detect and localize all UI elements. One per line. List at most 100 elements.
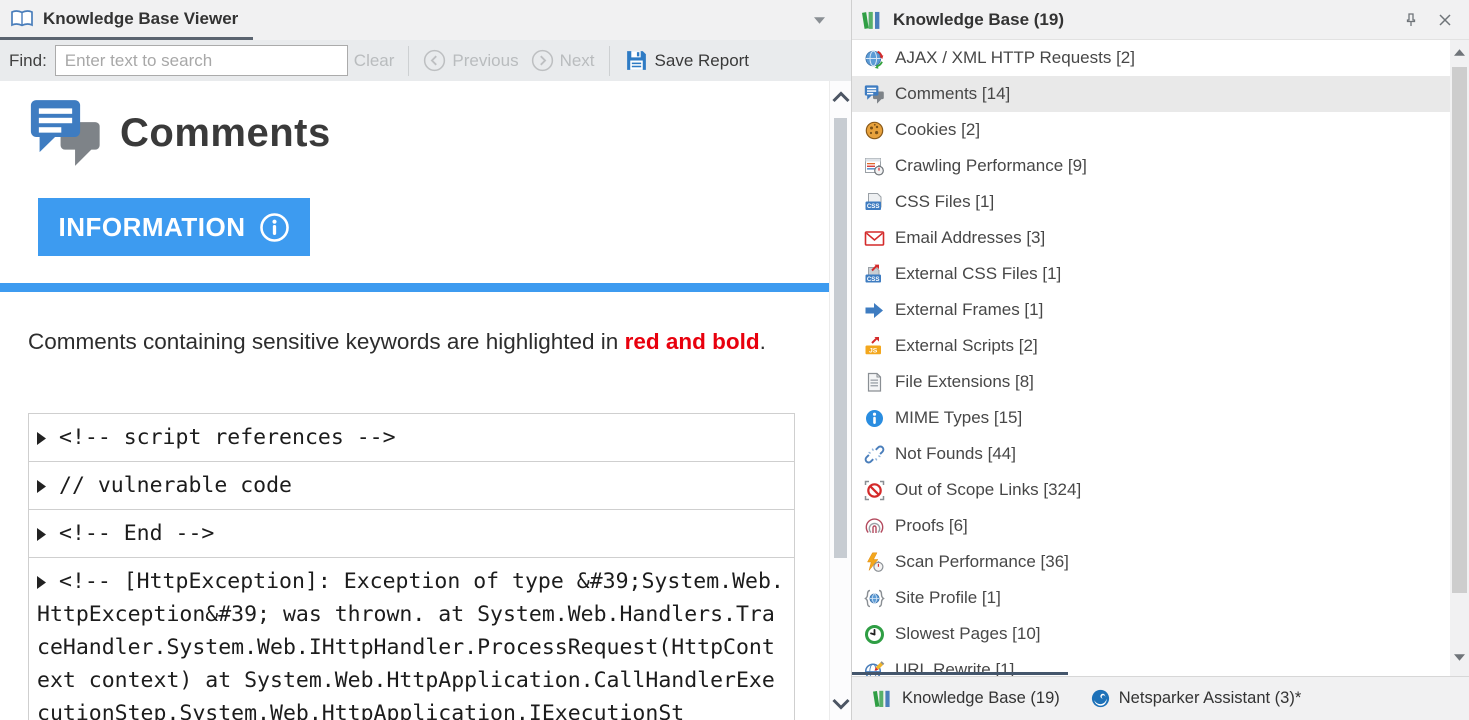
knowledge-base-list: AJAX / XML HTTP Requests [2] Comments [1… bbox=[852, 40, 1450, 676]
description-text: Comments containing sensitive keywords a… bbox=[28, 325, 770, 359]
netsparker-icon bbox=[1090, 688, 1111, 709]
kb-item-external-css-files[interactable]: CSS External CSS Files [1] bbox=[852, 256, 1450, 292]
kb-item-slowest-pages[interactable]: Slowest Pages [10] bbox=[852, 616, 1450, 652]
fingerprint-icon bbox=[864, 516, 885, 537]
highlighted-keywords-text: red and bold bbox=[625, 329, 760, 354]
section-divider-bar bbox=[0, 283, 829, 292]
tab-netsparker-assistant[interactable]: Netsparker Assistant (3)* bbox=[1075, 677, 1316, 720]
email-icon bbox=[864, 228, 885, 249]
comment-text: <!-- End --> bbox=[59, 521, 214, 546]
knowledge-base-viewer-window: Knowledge Base Viewer Find: Clear Previo… bbox=[0, 0, 1469, 720]
external-frame-icon bbox=[864, 300, 885, 321]
tab-knowledge-base-viewer[interactable]: Knowledge Base Viewer bbox=[0, 0, 252, 37]
kb-item-proofs[interactable]: Proofs [6] bbox=[852, 508, 1450, 544]
expand-arrow-icon[interactable] bbox=[37, 576, 46, 589]
kb-item-cookies[interactable]: Cookies [2] bbox=[852, 112, 1450, 148]
scroll-down-icon[interactable] bbox=[831, 697, 851, 711]
kb-item-label: Out of Scope Links [324] bbox=[895, 480, 1081, 500]
kb-item-ajax-xml-http-requests[interactable]: AJAX / XML HTTP Requests [2] bbox=[852, 40, 1450, 76]
viewer-scrollbar[interactable] bbox=[829, 81, 851, 720]
toolbar-separator bbox=[408, 46, 409, 76]
section-heading: Comments bbox=[28, 95, 331, 171]
previous-button[interactable]: Previous bbox=[417, 49, 524, 72]
search-input[interactable] bbox=[55, 45, 348, 76]
kb-item-crawling-performance[interactable]: Crawling Performance [9] bbox=[852, 148, 1450, 184]
mime-types-icon bbox=[864, 408, 885, 429]
kb-item-label: Comments [14] bbox=[895, 84, 1010, 104]
scroll-up-icon[interactable] bbox=[1454, 49, 1465, 56]
kb-item-email-addresses[interactable]: Email Addresses [3] bbox=[852, 220, 1450, 256]
tab-list-dropdown-icon[interactable] bbox=[814, 17, 825, 24]
scrollbar-thumb[interactable] bbox=[1452, 67, 1467, 593]
circle-arrow-right-icon bbox=[531, 49, 554, 72]
circle-arrow-left-icon bbox=[423, 49, 446, 72]
expand-arrow-icon[interactable] bbox=[37, 480, 46, 493]
viewer-panel: Knowledge Base Viewer Find: Clear Previo… bbox=[0, 0, 851, 720]
kb-item-external-frames[interactable]: External Frames [1] bbox=[852, 292, 1450, 328]
kb-item-label: External Scripts [2] bbox=[895, 336, 1038, 356]
svg-text:JS: JS bbox=[869, 347, 878, 354]
close-icon[interactable] bbox=[1437, 12, 1453, 28]
comment-row[interactable]: // vulnerable code bbox=[29, 462, 794, 510]
comment-text: <!-- script references --> bbox=[59, 425, 396, 450]
css-file-icon: CSS bbox=[864, 192, 885, 213]
external-script-icon: JS bbox=[864, 336, 885, 357]
kb-item-css-files[interactable]: CSS CSS Files [1] bbox=[852, 184, 1450, 220]
pin-icon[interactable] bbox=[1403, 12, 1419, 28]
kb-item-label: Proofs [6] bbox=[895, 516, 968, 536]
tab-knowledge-base[interactable]: Knowledge Base (19) bbox=[858, 677, 1075, 720]
knowledge-base-panel: Knowledge Base (19) AJAX / XML HTTP Requ… bbox=[851, 0, 1469, 720]
kb-item-label: Scan Performance [36] bbox=[895, 552, 1069, 572]
tab-label: Netsparker Assistant (3)* bbox=[1119, 689, 1301, 708]
comments-icon bbox=[28, 95, 104, 171]
info-circle-icon bbox=[259, 212, 290, 243]
viewer-tab-title: Knowledge Base Viewer bbox=[43, 9, 238, 29]
comment-row[interactable]: <!-- [HttpException]: Exception of type … bbox=[29, 558, 794, 720]
site-profile-icon bbox=[864, 588, 885, 609]
report-content: Comments INFORMATION Comments containing… bbox=[0, 81, 829, 720]
knowledge-base-header: Knowledge Base (19) bbox=[852, 0, 1469, 40]
scrollbar-thumb[interactable] bbox=[834, 118, 847, 558]
comment-text: // vulnerable code bbox=[59, 473, 292, 498]
clear-button[interactable]: Clear bbox=[348, 51, 401, 71]
kb-item-comments[interactable]: Comments [14] bbox=[852, 76, 1450, 112]
kb-item-mime-types[interactable]: MIME Types [15] bbox=[852, 400, 1450, 436]
knowledge-base-scrollbar[interactable] bbox=[1450, 40, 1469, 676]
tab-label: Knowledge Base (19) bbox=[902, 689, 1060, 708]
comment-row[interactable]: <!-- End --> bbox=[29, 510, 794, 558]
svg-text:CSS: CSS bbox=[867, 203, 880, 210]
external-css-icon: CSS bbox=[864, 264, 885, 285]
kb-item-site-profile[interactable]: Site Profile [1] bbox=[852, 580, 1450, 616]
information-button[interactable]: INFORMATION bbox=[38, 198, 310, 256]
scroll-down-icon[interactable] bbox=[1454, 654, 1465, 661]
kb-item-scan-performance[interactable]: Scan Performance [36] bbox=[852, 544, 1450, 580]
kb-item-label: MIME Types [15] bbox=[895, 408, 1022, 428]
viewer-tabstrip: Knowledge Base Viewer bbox=[0, 0, 851, 40]
comments-icon bbox=[864, 84, 885, 105]
open-book-icon bbox=[10, 9, 34, 29]
save-icon bbox=[624, 48, 649, 73]
dock-tabstrip: Knowledge Base (19) Netsparker Assistant… bbox=[852, 676, 1469, 720]
expand-arrow-icon[interactable] bbox=[37, 432, 46, 445]
out-of-scope-icon bbox=[864, 480, 885, 501]
next-button[interactable]: Next bbox=[525, 49, 601, 72]
kb-item-external-scripts[interactable]: JS External Scripts [2] bbox=[852, 328, 1450, 364]
scroll-up-icon[interactable] bbox=[831, 90, 851, 104]
find-label: Find: bbox=[9, 51, 47, 71]
kb-item-label: CSS Files [1] bbox=[895, 192, 994, 212]
cookie-icon bbox=[864, 120, 885, 141]
file-extensions-icon bbox=[864, 372, 885, 393]
kb-item-label: External Frames [1] bbox=[895, 300, 1043, 320]
save-report-button[interactable]: Save Report bbox=[618, 48, 756, 73]
page-title: Comments bbox=[120, 111, 331, 156]
crawling-performance-icon bbox=[864, 156, 885, 177]
comment-row[interactable]: <!-- script references --> bbox=[29, 414, 794, 462]
kb-item-out-of-scope-links[interactable]: Out of Scope Links [324] bbox=[852, 472, 1450, 508]
svg-text:CSS: CSS bbox=[867, 275, 880, 282]
kb-item-label: AJAX / XML HTTP Requests [2] bbox=[895, 48, 1135, 68]
find-toolbar: Find: Clear Previous Next bbox=[0, 40, 851, 81]
expand-arrow-icon[interactable] bbox=[37, 528, 46, 541]
kb-item-not-founds[interactable]: Not Founds [44] bbox=[852, 436, 1450, 472]
kb-item-file-extensions[interactable]: File Extensions [8] bbox=[852, 364, 1450, 400]
kb-item-label: Email Addresses [3] bbox=[895, 228, 1045, 248]
